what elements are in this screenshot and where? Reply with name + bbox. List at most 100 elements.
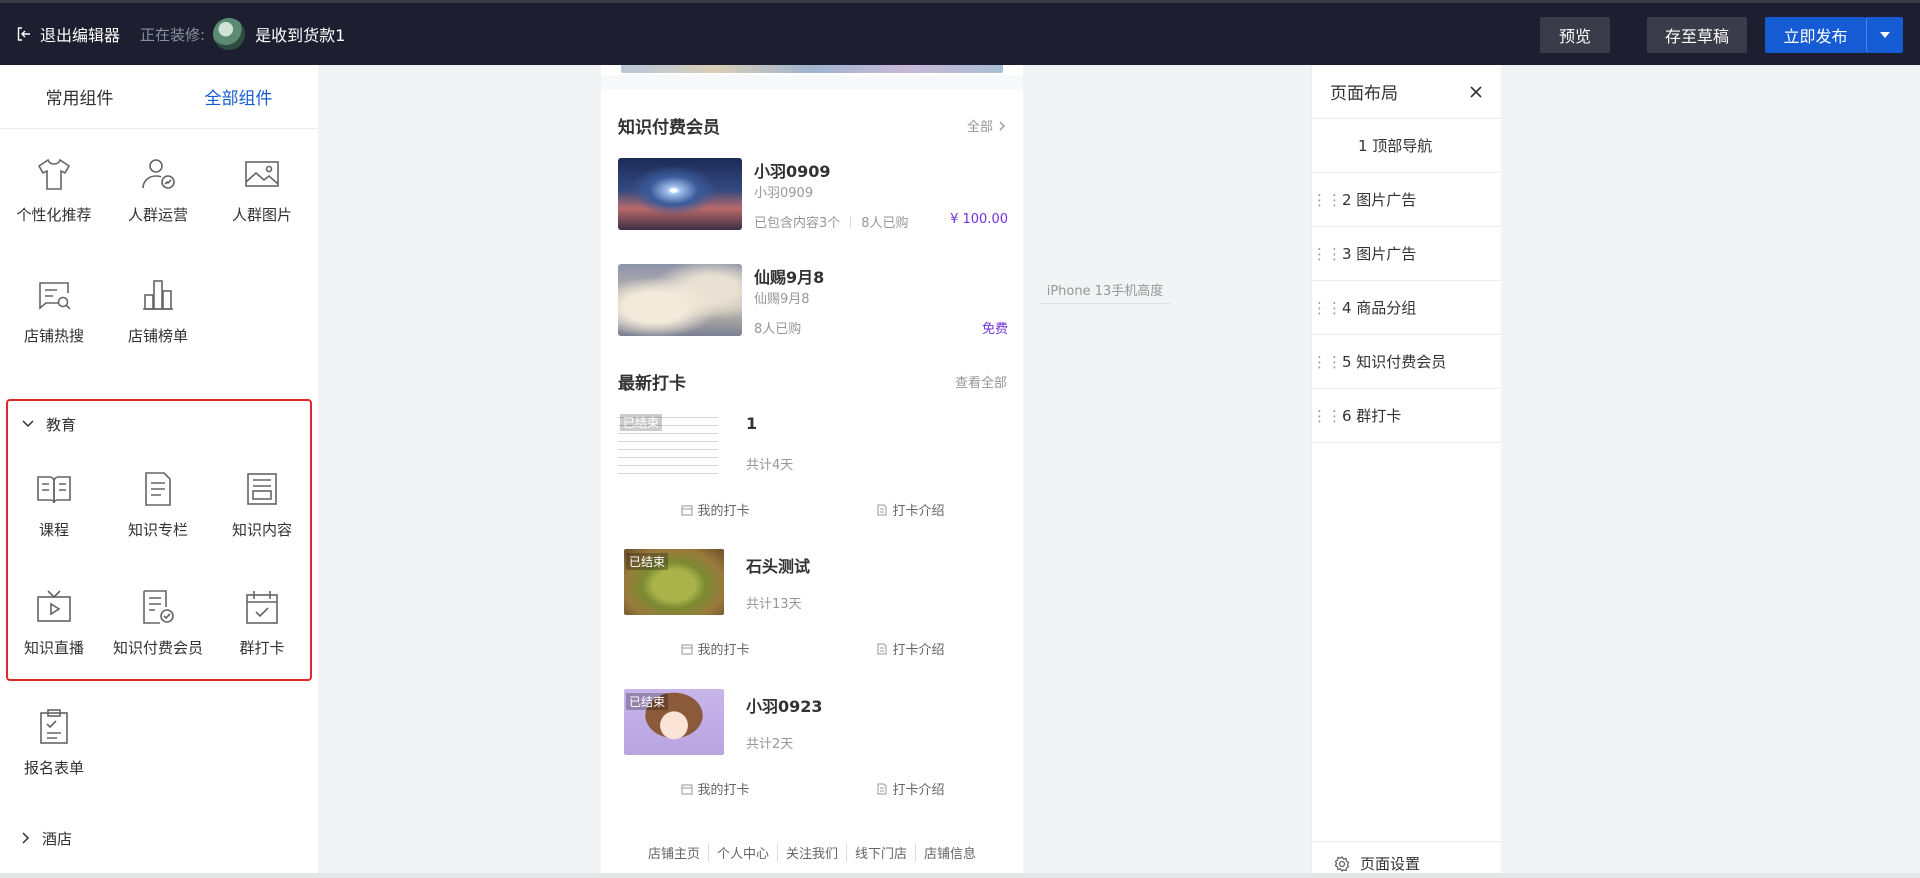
component-sidebar: 常用组件 全部组件 个性化推荐 人群运营 人群图片 店铺热搜 店铺榜单 教育 课… — [0, 65, 318, 878]
phone-canvas: 知识付费会员 全部 小羽0909 小羽0909 已包含内容3个 8人已购 ¥ 1… — [601, 65, 1023, 878]
tshirt-icon — [37, 158, 71, 190]
exit-editor-button[interactable]: 退出编辑器 — [16, 22, 120, 46]
action-label: 我的打卡 — [697, 643, 750, 658]
membership-meta: 8人已购 — [754, 318, 801, 337]
drag-handle-icon[interactable]: ⋮⋮ — [1312, 299, 1342, 317]
component-course[interactable]: 课程 — [2, 445, 106, 563]
component-knowledge-column[interactable]: 知识专栏 — [106, 445, 210, 563]
member-doc-icon — [143, 589, 174, 624]
membership-price: ¥ 100.00 — [950, 212, 1008, 227]
layout-item-image-ad[interactable]: ⋮⋮ 2 图片广告 — [1312, 173, 1501, 227]
preview-button[interactable]: 预览 — [1540, 17, 1610, 53]
component-tabs: 常用组件 全部组件 — [0, 65, 318, 129]
action-label: 打卡介绍 — [892, 643, 945, 658]
membership-section-title: 知识付费会员 — [618, 118, 720, 138]
component-knowledge-content[interactable]: 知识内容 — [210, 445, 314, 563]
search-message-icon — [39, 282, 71, 310]
more-label: 全部 — [966, 120, 993, 135]
group-header-education[interactable]: 教育 — [8, 403, 310, 445]
component-crowd-operation[interactable]: 人群运营 — [106, 129, 210, 250]
shop-footer-nav: 店铺主页 个人中心 关注我们 线下门店 店铺信息 — [601, 843, 1023, 862]
layout-item-paid-member[interactable]: ⋮⋮ 5 知识付费会员 — [1312, 335, 1501, 389]
content-count: 已包含内容3个 — [754, 216, 841, 231]
footer-link-follow-us[interactable]: 关注我们 — [776, 843, 846, 862]
education-highlight-box: 教育 课程 知识专栏 知识内容 知识直播 知识付费会员 群打卡 — [6, 399, 312, 681]
top-bar: 退出编辑器 正在装修: 是收到货款1 预览 存至草稿 立即发布 — [0, 0, 1920, 65]
layout-item-label: 4 商品分组 — [1342, 299, 1417, 317]
component-label: 知识专栏 — [127, 520, 188, 539]
checkin-card[interactable]: 已结束 1 共计4天 我的打卡 打卡介绍 — [618, 410, 1008, 545]
component-label: 店铺榜单 — [127, 327, 188, 345]
component-crowd-image[interactable]: 人群图片 — [210, 129, 314, 250]
save-draft-button[interactable]: 存至草稿 — [1647, 17, 1747, 53]
drag-handle-icon[interactable]: ⋮⋮ — [1312, 353, 1342, 371]
component-knowledge-paid-member[interactable]: 知识付费会员 — [106, 563, 210, 681]
image-ad-banner[interactable] — [621, 65, 1003, 73]
window-bottom-border — [0, 873, 1920, 878]
clipboard-icon — [40, 709, 68, 744]
tab-common-components[interactable]: 常用组件 — [0, 65, 159, 128]
book-icon — [37, 475, 71, 503]
component-shop-ranking[interactable]: 店铺榜单 — [106, 250, 210, 371]
membership-card[interactable]: 小羽0909 小羽0909 已包含内容3个 8人已购 ¥ 100.00 — [618, 158, 1008, 232]
footer-link-personal-center[interactable]: 个人中心 — [707, 843, 777, 862]
footer-link-shop-info[interactable]: 店铺信息 — [915, 843, 984, 862]
checkin-actions: 我的打卡 打卡介绍 — [618, 500, 1008, 519]
publish-button[interactable]: 立即发布 — [1765, 17, 1866, 53]
phone-height-marker: iPhone 13手机高度 — [1040, 280, 1170, 304]
exit-icon — [17, 27, 30, 41]
component-group-checkin[interactable]: 群打卡 — [210, 563, 314, 681]
buyer-count: 8人已购 — [861, 216, 909, 231]
my-checkin-button[interactable]: 我的打卡 — [618, 779, 813, 798]
my-checkin-button[interactable]: 我的打卡 — [618, 639, 813, 658]
checkin-card[interactable]: 已结束 小羽0923 共计2天 我的打卡 打卡介绍 — [618, 689, 1008, 824]
document-icon — [877, 643, 887, 654]
component-signup-form[interactable]: 报名表单 — [2, 682, 106, 803]
membership-subtitle: 仙赐9月8 — [754, 292, 810, 307]
document-icon — [877, 783, 887, 794]
checkin-more-link[interactable]: 查看全部 — [955, 372, 1007, 391]
panel-title: 页面布局 — [1330, 84, 1398, 104]
document-icon — [145, 471, 171, 506]
layout-item-goods-group[interactable]: ⋮⋮ 4 商品分组 — [1312, 281, 1501, 335]
page-layout-panel: 页面布局 1 顶部导航 ⋮⋮ 2 图片广告 ⋮⋮ 3 图片广告 ⋮⋮ 4 商品分… — [1311, 65, 1502, 878]
tab-all-components[interactable]: 全部组件 — [159, 65, 318, 128]
ended-tag: 已结束 — [620, 414, 663, 431]
component-label: 报名表单 — [23, 759, 84, 777]
footer-link-shop-home[interactable]: 店铺主页 — [640, 843, 708, 862]
component-label: 课程 — [38, 520, 69, 539]
checkin-intro-button[interactable]: 打卡介绍 — [813, 500, 1008, 519]
layout-item-image-ad[interactable]: ⋮⋮ 3 图片广告 — [1312, 227, 1501, 281]
component-label: 知识内容 — [231, 520, 292, 539]
group-header-hotel[interactable]: 酒店 — [0, 815, 318, 861]
drag-handle-icon[interactable]: ⋮⋮ — [1312, 245, 1342, 263]
component-grid: 个性化推荐 人群运营 人群图片 店铺热搜 店铺榜单 — [0, 129, 318, 371]
my-checkin-button[interactable]: 我的打卡 — [618, 500, 813, 519]
checkin-thumbnail: 已结束 — [624, 689, 724, 755]
component-shop-hot-search[interactable]: 店铺热搜 — [2, 250, 106, 371]
drag-handle-icon[interactable]: ⋮⋮ — [1312, 191, 1342, 209]
checkin-intro-button[interactable]: 打卡介绍 — [813, 639, 1008, 658]
close-icon[interactable] — [1469, 85, 1483, 99]
shop-name: 是收到货款1 — [255, 26, 346, 45]
footer-link-offline-store[interactable]: 线下门店 — [846, 843, 915, 862]
checkin-card[interactable]: 已结束 石头测试 共计13天 我的打卡 打卡介绍 — [618, 549, 1008, 684]
publish-dropdown-button[interactable] — [1866, 17, 1903, 53]
layout-item-group-checkin[interactable]: ⋮⋮ 6 群打卡 — [1312, 389, 1501, 443]
user-chart-icon — [142, 159, 175, 189]
ended-tag: 已结束 — [626, 553, 669, 570]
tv-play-icon — [37, 589, 71, 622]
membership-card[interactable]: 仙赐9月8 仙赐9月8 8人已购 免费 — [618, 264, 1008, 338]
component-label: 店铺热搜 — [23, 327, 84, 345]
document-icon — [877, 504, 887, 515]
drag-handle-icon[interactable]: ⋮⋮ — [1312, 407, 1342, 425]
checkin-actions: 我的打卡 打卡介绍 — [618, 779, 1008, 798]
component-knowledge-live[interactable]: 知识直播 — [2, 563, 106, 681]
layout-item-top-nav[interactable]: 1 顶部导航 — [1312, 119, 1501, 173]
membership-name: 仙赐9月8 — [754, 268, 825, 287]
component-personalized-recommend[interactable]: 个性化推荐 — [2, 129, 106, 250]
membership-more-link[interactable]: 全部 — [967, 116, 1007, 135]
checkin-intro-button[interactable]: 打卡介绍 — [813, 779, 1008, 798]
layout-item-label: 6 群打卡 — [1342, 407, 1402, 425]
calendar-check-icon — [246, 590, 278, 624]
